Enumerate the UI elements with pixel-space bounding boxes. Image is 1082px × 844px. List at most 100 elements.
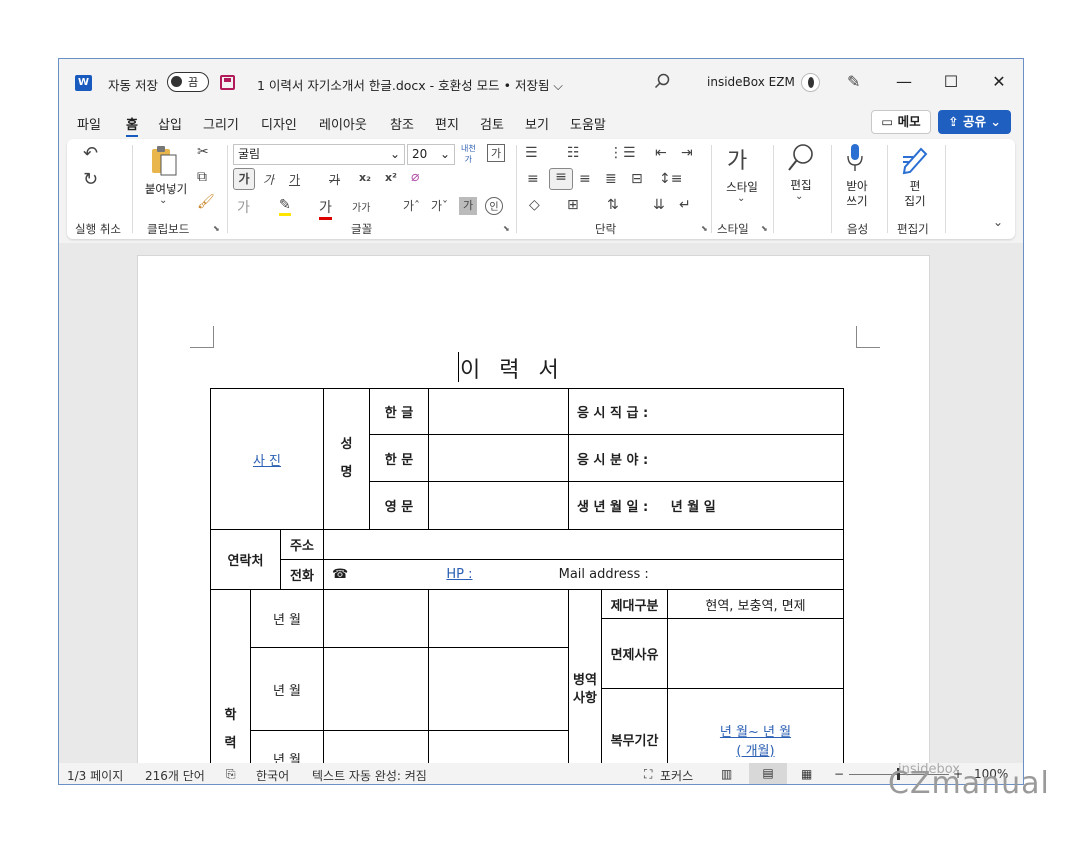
shading-icon[interactable]: ◇ xyxy=(529,197,540,213)
redo-icon[interactable]: ↻ xyxy=(83,169,98,190)
decrease-indent-icon[interactable]: ⇤ xyxy=(655,145,667,161)
photo-cell[interactable]: 사 진 xyxy=(210,388,324,530)
increase-indent-icon[interactable]: ⇥ xyxy=(681,145,693,161)
focus-label[interactable]: 포커스 xyxy=(660,767,693,784)
birth-cell[interactable]: 생 년 월 일 : 년 월 일 xyxy=(568,481,844,530)
align-right-icon[interactable]: ≡ xyxy=(579,171,591,187)
proofing-icon[interactable]: ⎘ xyxy=(226,767,236,782)
edu-school-cell[interactable] xyxy=(323,647,429,731)
english-name-input[interactable] xyxy=(428,481,569,530)
tab-home[interactable]: 홈 xyxy=(126,114,138,137)
search-icon[interactable] xyxy=(654,73,670,93)
word-count[interactable]: 216개 단어 xyxy=(145,767,205,784)
edu-date-cell[interactable]: 년 월 xyxy=(250,589,324,648)
show-marks-icon[interactable]: ↵ xyxy=(679,197,691,213)
italic-button[interactable]: 가 xyxy=(263,171,274,188)
phonetic-guide-icon[interactable]: 내천 가 xyxy=(461,143,476,165)
hanja-name-input[interactable] xyxy=(428,434,569,482)
font-size-select[interactable]: 20 ⌄ xyxy=(407,144,455,165)
tab-insert[interactable]: 삽입 xyxy=(158,114,182,133)
grow-font-button[interactable]: 가ˆ xyxy=(403,197,420,214)
autosave-toggle[interactable]: 끔 xyxy=(167,72,209,92)
char-shading-icon[interactable]: 가 xyxy=(459,197,477,215)
close-button[interactable]: ✕ xyxy=(984,69,1014,95)
editor-icon[interactable] xyxy=(899,143,931,179)
maximize-button[interactable]: ☐ xyxy=(936,69,966,95)
language[interactable]: 한국어 xyxy=(256,767,289,784)
enclose-char-icon[interactable]: 가 xyxy=(487,144,505,162)
font-name-select[interactable]: 굴림 ⌄ xyxy=(233,144,405,165)
page-count[interactable]: 1/3 페이지 xyxy=(67,767,123,784)
multilevel-list-icon[interactable]: ⋮☰ xyxy=(609,145,636,161)
edu-date-cell[interactable]: 년 월 xyxy=(250,647,324,731)
document-canvas[interactable]: 이 력 서 사 진 성명 한 글 응 시 직 급 : 한 문 응 시 분 야 : xyxy=(59,243,1023,784)
bold-button[interactable]: 가 xyxy=(233,168,255,190)
phone-cell[interactable]: ☎ HP : Mail address : xyxy=(323,559,844,590)
format-painter-icon[interactable]: 🖌 xyxy=(197,194,215,210)
text-effects-icon[interactable]: 가 xyxy=(237,197,250,217)
tab-help[interactable]: 도움말 xyxy=(570,114,606,133)
discharge-type-value[interactable]: 현역, 보충역, 면제 xyxy=(667,589,844,619)
underline-button[interactable]: 가 xyxy=(289,171,300,188)
subscript-button[interactable]: x₂ xyxy=(359,171,371,184)
text-predictions[interactable]: 텍스트 자동 완성: 켜짐 xyxy=(312,767,427,784)
numbering-icon[interactable]: ☷ xyxy=(567,145,580,161)
bullets-icon[interactable]: ☰ xyxy=(525,145,538,161)
collapse-ribbon-icon[interactable]: ⌄ xyxy=(993,215,1003,229)
copy-icon[interactable]: ⧉ xyxy=(197,169,207,185)
zoom-out-icon[interactable]: − xyxy=(834,767,844,781)
dialog-launcher-icon[interactable]: ⬊ xyxy=(701,224,708,233)
focus-icon[interactable]: ⛶ xyxy=(644,767,652,782)
justify-icon[interactable]: ≣ xyxy=(605,171,617,187)
strikethrough-button[interactable]: 가 xyxy=(329,171,340,188)
tab-draw[interactable]: 그리기 xyxy=(203,114,239,133)
styles-icon[interactable]: 가 xyxy=(727,143,747,175)
enclosed-char-icon[interactable]: 인 xyxy=(485,197,503,215)
find-icon[interactable] xyxy=(787,143,815,177)
undo-icon[interactable]: ↶ xyxy=(83,143,98,164)
dialog-launcher-icon[interactable]: ⬊ xyxy=(761,224,768,233)
chevron-down-icon[interactable]: ⌄ xyxy=(795,191,803,202)
designer-pen-icon[interactable]: ✎ xyxy=(847,72,860,91)
edu-school-cell[interactable] xyxy=(323,589,429,648)
dictate-icon[interactable] xyxy=(845,143,865,179)
web-layout-icon[interactable]: ▦ xyxy=(801,767,812,781)
superscript-button[interactable]: x² xyxy=(385,171,397,184)
asian-layout-icon[interactable]: ⇊ xyxy=(653,197,665,213)
hangul-name-input[interactable] xyxy=(428,388,569,435)
paste-icon[interactable] xyxy=(149,145,179,181)
tab-mailings[interactable]: 편지 xyxy=(435,114,459,133)
highlight-color-button[interactable]: ✎ xyxy=(279,197,291,216)
shrink-font-button[interactable]: 가ˇ xyxy=(431,197,448,214)
resume-table[interactable]: 사 진 성명 한 글 응 시 직 급 : 한 문 응 시 분 야 : 영 문 생… xyxy=(210,388,844,784)
tab-layout[interactable]: 레이아웃 xyxy=(319,114,367,133)
avatar[interactable] xyxy=(801,73,820,92)
chevron-down-icon[interactable]: ⌄ xyxy=(737,193,745,204)
clear-formatting-icon[interactable]: ⌀ xyxy=(411,169,419,185)
dialog-launcher-icon[interactable]: ⬊ xyxy=(213,224,220,233)
document-title[interactable]: 1 이력서 자기소개서 한글.docx - 호환성 모드 • 저장됨 ⌵ xyxy=(257,75,563,94)
account-name[interactable]: insideBox EZM xyxy=(707,75,795,89)
edu-major-cell[interactable] xyxy=(428,647,569,731)
change-case-button[interactable]: 가가 xyxy=(352,199,370,214)
tab-file[interactable]: 파일 xyxy=(77,114,101,133)
tab-design[interactable]: 디자인 xyxy=(261,114,297,133)
comments-button[interactable]: ▭ 메모 xyxy=(871,110,931,134)
print-layout-icon[interactable]: ▤ xyxy=(749,763,787,784)
edu-major-cell[interactable] xyxy=(428,589,569,648)
sort-icon[interactable]: ⇅ xyxy=(607,197,619,213)
font-color-button[interactable]: 가 xyxy=(319,197,332,220)
document-page[interactable]: 이 력 서 사 진 성명 한 글 응 시 직 급 : 한 문 응 시 분 야 : xyxy=(137,255,930,784)
address-input[interactable] xyxy=(323,529,844,560)
read-mode-icon[interactable]: ▥ xyxy=(721,767,732,781)
align-center-icon[interactable]: ≡ xyxy=(549,168,573,190)
borders-icon[interactable]: ⊞ xyxy=(567,197,579,213)
tab-view[interactable]: 보기 xyxy=(525,114,549,133)
dialog-launcher-icon[interactable]: ⬊ xyxy=(503,224,510,233)
save-icon[interactable] xyxy=(220,75,235,90)
distributed-icon[interactable]: ⊟ xyxy=(631,171,643,187)
dictate-button[interactable]: 받아 쓰기 xyxy=(839,179,875,209)
chevron-down-icon[interactable]: ⌄ xyxy=(159,195,167,206)
cut-icon[interactable]: ✂ xyxy=(197,144,209,160)
minimize-button[interactable]: — xyxy=(889,69,919,95)
